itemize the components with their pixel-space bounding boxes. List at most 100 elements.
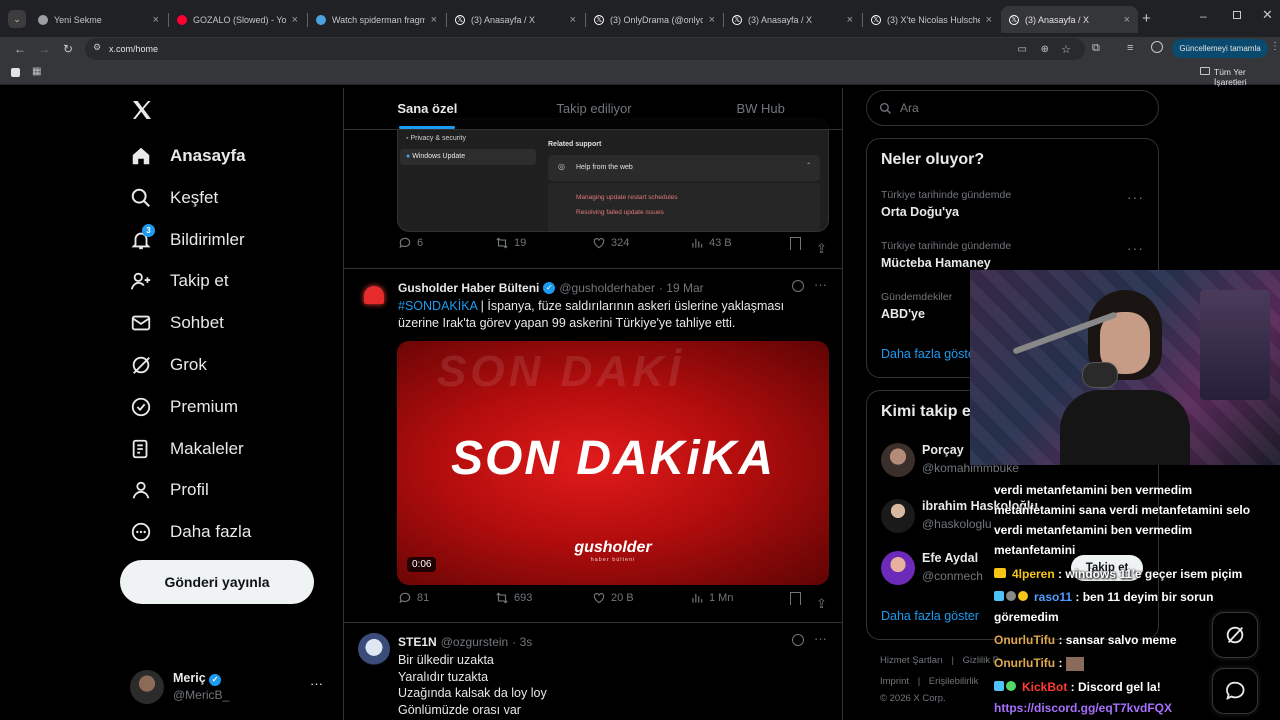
- repost-button[interactable]: 19: [495, 236, 526, 250]
- profile-icon[interactable]: [1151, 41, 1163, 53]
- copyright: © 2026 X Corp.: [880, 693, 946, 704]
- close-tab-icon[interactable]: ×: [292, 14, 298, 26]
- tab-bw-hub[interactable]: BW Hub: [677, 88, 842, 129]
- tab-following[interactable]: Takip ediliyor: [511, 88, 678, 129]
- trend-more-icon[interactable]: ···: [1127, 240, 1144, 256]
- tweet-more-icon[interactable]: ···: [814, 631, 827, 646]
- zoom-icon[interactable]: ⊕: [1041, 44, 1049, 55]
- repost-button[interactable]: 693: [495, 591, 532, 605]
- install-icon[interactable]: ▭: [1018, 44, 1027, 55]
- bookmark-app-icon[interactable]: [11, 68, 20, 77]
- media-icon[interactable]: ≡: [1127, 42, 1133, 54]
- reply-button[interactable]: 6: [398, 236, 423, 250]
- bookmark-star-icon[interactable]: ☆: [1061, 43, 1071, 56]
- views-button[interactable]: 43 B: [690, 236, 732, 250]
- chat-text: verdi metanfetamini ben vermedim: [994, 523, 1193, 537]
- grok-floating-button[interactable]: [1212, 612, 1258, 658]
- update-button[interactable]: Güncellemeyi tamamla: [1172, 39, 1268, 58]
- tab-search-button[interactable]: ⌄: [8, 10, 26, 28]
- sidebar-item-more-circle[interactable]: Daha fazla: [130, 512, 251, 552]
- avatar[interactable]: [358, 633, 390, 665]
- new-tab-button[interactable]: +: [1142, 10, 1151, 27]
- tweet-video[interactable]: SON DAKİ SON DAKiKA gusholder haber bült…: [397, 341, 829, 585]
- back-icon[interactable]: ←: [8, 42, 32, 56]
- sidebar-item-mail[interactable]: Sohbet: [130, 303, 224, 343]
- trend-item[interactable]: Türkiye tarihinde gündemde Orta Doğu'ya: [881, 189, 1011, 219]
- all-bookmarks-folder-icon[interactable]: [1200, 67, 1210, 75]
- tweet-text: #SONDAKİKA | İspanya, füze saldırılarını…: [398, 298, 818, 332]
- sidebar-item-add-person[interactable]: Takip et: [130, 261, 229, 301]
- avatar[interactable]: [358, 279, 390, 311]
- browser-tab[interactable]: GOZALO (Slowed) - YouTube ×: [169, 6, 306, 33]
- close-tab-icon[interactable]: ×: [431, 14, 437, 26]
- grok-icon[interactable]: [792, 634, 804, 646]
- terms-link[interactable]: Hizmet Şartları: [880, 655, 943, 666]
- sidebar-item-search[interactable]: Keşfet: [130, 178, 218, 218]
- tweet-media-image[interactable]: ▪ Privacy & security ● Windows Update Re…: [397, 118, 829, 232]
- trend-item[interactable]: Türkiye tarihinde gündemde Mücteba Haman…: [881, 240, 1011, 270]
- tweet-date[interactable]: · 19 Mar: [659, 281, 704, 295]
- show-more-trends-link[interactable]: Daha fazla göster: [881, 347, 979, 361]
- sidebar-item-article[interactable]: Makaleler: [130, 429, 244, 469]
- messages-floating-button[interactable]: [1212, 668, 1258, 714]
- site-info-icon[interactable]: ⚙: [93, 42, 101, 53]
- all-bookmarks-label[interactable]: Tüm Yer İşaretleri: [1214, 67, 1280, 87]
- minimize-button[interactable]: –: [1200, 9, 1207, 23]
- accessibility-link[interactable]: Erişilebilirlik: [929, 676, 979, 687]
- browser-tab[interactable]: 𝕏 (3) Anasayfa / X ×: [447, 6, 584, 33]
- browser-tab[interactable]: Watch spiderman fragman ×: [308, 6, 445, 33]
- apps-grid-icon[interactable]: ▦: [32, 66, 41, 77]
- like-button[interactable]: 20 B: [592, 591, 634, 605]
- x-logo-icon[interactable]: [130, 98, 154, 122]
- imprint-link[interactable]: Imprint: [880, 676, 909, 687]
- hashtag-link[interactable]: #SONDAKİKA: [398, 299, 477, 313]
- tweet-more-icon[interactable]: ···: [814, 277, 827, 292]
- sidebar-item-home[interactable]: Anasayfa: [130, 136, 246, 176]
- reload-icon[interactable]: ↻: [56, 42, 80, 56]
- share-icon[interactable]: ⇪: [816, 241, 827, 257]
- post-button[interactable]: Gönderi yayınla: [120, 560, 314, 604]
- author-handle[interactable]: @gusholderhaber: [559, 281, 655, 295]
- extensions-icon[interactable]: ⧉: [1092, 42, 1100, 55]
- author-name[interactable]: STE1N: [398, 635, 437, 649]
- browser-tab[interactable]: 𝕏 (3) OnlyDrama (@onlydrama) ×: [586, 6, 723, 33]
- views-button[interactable]: 1 Mn: [690, 591, 733, 605]
- trend-more-icon[interactable]: ···: [1127, 189, 1144, 205]
- account-more-icon[interactable]: ···: [310, 676, 323, 691]
- show-more-follow-link[interactable]: Daha fazla göster: [881, 609, 979, 623]
- trend-item[interactable]: Gündemdekiler ABD'ye: [881, 291, 952, 321]
- share-icon[interactable]: ⇪: [816, 596, 827, 612]
- reply-button[interactable]: 81: [398, 591, 429, 605]
- grok-icon[interactable]: [792, 280, 804, 292]
- bookmark-icon[interactable]: [790, 236, 801, 250]
- tweet[interactable]: STE1N @ozgurstein · 3s ··· Bir ülkedir u…: [344, 623, 842, 720]
- bookmark-icon[interactable]: [790, 591, 801, 605]
- sidebar-item-bell[interactable]: 3 Bildirimler: [130, 220, 245, 260]
- browser-tab[interactable]: 𝕏 (3) Anasayfa / X ×: [1001, 6, 1138, 33]
- forward-icon[interactable]: →: [32, 42, 56, 56]
- sidebar-item-verified[interactable]: Premium: [130, 387, 238, 427]
- browser-tab[interactable]: 𝕏 (3) Anasayfa / X ×: [724, 6, 861, 33]
- close-tab-icon[interactable]: ×: [847, 14, 853, 26]
- menu-icon[interactable]: ⋮: [1270, 41, 1280, 52]
- author-handle[interactable]: @ozgurstein: [441, 635, 509, 649]
- tweet[interactable]: Gusholder Haber Bülteni ✓ @gusholderhabe…: [344, 269, 842, 621]
- tab-for-you[interactable]: Sana özel: [344, 88, 511, 129]
- close-tab-icon[interactable]: ×: [153, 14, 159, 26]
- address-bar[interactable]: ⚙ x.com/home ▭ ⊕ ☆: [85, 38, 1085, 60]
- author-name[interactable]: Gusholder Haber Bülteni: [398, 281, 539, 295]
- close-tab-icon[interactable]: ×: [709, 14, 715, 26]
- close-tab-icon[interactable]: ×: [570, 14, 576, 26]
- sidebar-item-grok[interactable]: Grok: [130, 345, 207, 385]
- search-input[interactable]: Ara: [866, 90, 1159, 126]
- close-window-button[interactable]: ✕: [1262, 7, 1273, 23]
- maximize-button[interactable]: [1233, 11, 1241, 19]
- browser-tab[interactable]: Yeni Sekme ×: [30, 6, 167, 33]
- like-button[interactable]: 324: [592, 236, 629, 250]
- account-switcher[interactable]: Meriç ✓ @MericB_ ···: [130, 668, 330, 708]
- browser-tab[interactable]: 𝕏 (3) X'te Nicolas Hulscher ×: [863, 6, 1000, 33]
- close-tab-icon[interactable]: ×: [1124, 14, 1130, 26]
- sidebar-item-person[interactable]: Profil: [130, 470, 209, 510]
- tweet-date[interactable]: · 3s: [512, 635, 532, 649]
- close-tab-icon[interactable]: ×: [986, 14, 992, 26]
